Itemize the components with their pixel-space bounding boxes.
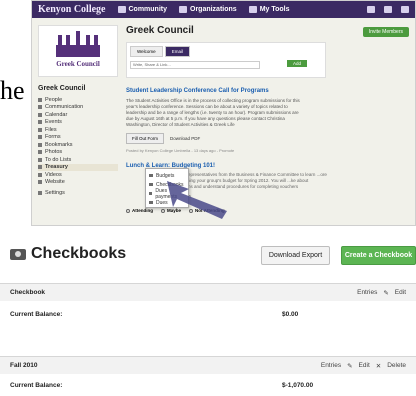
top-navigation: Kenyon College Community Organizations M… <box>32 1 415 18</box>
checkbooks-heading: Checkbooks <box>10 245 126 263</box>
checkbooks-title: Checkbooks <box>31 245 127 262</box>
post-input[interactable]: Write, Share & Link... <box>130 61 260 69</box>
sidebar-item-settings[interactable]: Settings <box>38 189 118 197</box>
logo-caption: Greek Council <box>56 59 100 68</box>
pointer-arrow-icon <box>167 181 227 219</box>
checkbook-actions: Entries ✎ Edit ✕ Delete <box>321 362 406 370</box>
notifications-icon[interactable] <box>367 6 375 13</box>
treasury-icon <box>38 165 42 170</box>
balance-label: Current Balance: <box>10 310 63 318</box>
budgets-icon <box>149 174 153 177</box>
tab-email[interactable]: Email <box>164 46 190 57</box>
cropped-text-fragment: he <box>0 76 25 105</box>
sidebar-item-photos[interactable]: Photos <box>38 149 118 157</box>
todo-icon <box>38 157 42 162</box>
entries-link[interactable]: Entries <box>321 362 341 369</box>
website-icon <box>38 180 42 185</box>
checkbook-card: Fall 2010 Entries ✎ Edit ✕ Delete Curren… <box>0 356 416 396</box>
people-icon <box>38 97 42 102</box>
checkbook-actions: Entries ✎ Edit <box>357 289 406 297</box>
brand-logo[interactable]: Kenyon College <box>38 4 106 15</box>
communication-icon <box>38 105 42 110</box>
app-screenshot: Kenyon College Community Organizations M… <box>31 0 416 226</box>
files-icon <box>38 127 42 132</box>
posted-meta: Posted by Kenyon College Umbrella - 13 d… <box>126 148 235 153</box>
people-icon <box>179 6 187 13</box>
balance-label: Current Balance: <box>10 381 63 389</box>
balance-row: Current Balance: $-1,070.00 <box>0 374 416 396</box>
building-icon <box>56 30 100 57</box>
payments-icon <box>149 192 153 195</box>
events-icon <box>38 120 42 125</box>
announcement-title[interactable]: Student Leadership Conference Call for P… <box>126 88 411 94</box>
sidebar-item-communication[interactable]: Communication <box>38 104 118 112</box>
sidebar-item-todo[interactable]: To do Lists <box>38 156 118 164</box>
dues-icon <box>149 201 153 204</box>
home-icon <box>117 6 126 13</box>
bookmarks-icon <box>38 142 42 147</box>
left-sidebar: Greek Council Greek Council People Commu… <box>38 25 118 197</box>
balance-value: $0.00 <box>282 310 299 318</box>
tab-welcome[interactable]: Welcome <box>130 46 163 57</box>
sidebar-item-people[interactable]: People <box>38 96 118 104</box>
checkbook-card: Checkbook Entries ✎ Edit Current Balance… <box>0 283 416 327</box>
chart-icon <box>248 6 257 13</box>
nav-community[interactable]: Community <box>117 6 167 13</box>
checkbook-icon <box>149 183 153 186</box>
sidebar-item-files[interactable]: Files <box>38 126 118 134</box>
post-add-button[interactable]: Add <box>287 60 308 67</box>
delete-icon[interactable]: ✕ <box>376 362 381 370</box>
videos-icon <box>38 172 42 177</box>
org-name: Greek Council <box>38 85 86 92</box>
announcement-body: The Student Activities Office is in the … <box>126 98 300 127</box>
download-export-button[interactable]: Download Export <box>261 246 330 265</box>
balance-row: Current Balance: $0.00 <box>0 301 416 327</box>
edit-link[interactable]: Edit <box>359 362 370 369</box>
calendar-icon <box>38 112 42 117</box>
balance-value: $-1,070.00 <box>282 381 314 389</box>
sidebar-item-bookmarks[interactable]: Bookmarks <box>38 141 118 149</box>
checkbook-header: Fall 2010 Entries ✎ Edit ✕ Delete <box>0 357 416 374</box>
download-pdf-link[interactable]: Download PDF <box>170 136 200 141</box>
edit-link[interactable]: Edit <box>395 289 406 296</box>
menu-icon[interactable] <box>401 6 409 13</box>
org-logo: Greek Council <box>38 25 118 77</box>
photos-icon <box>38 150 42 155</box>
checkbook-header: Checkbook Entries ✎ Edit <box>0 284 416 301</box>
popup-item-budgets[interactable]: Budgets <box>149 171 185 180</box>
delete-link[interactable]: Delete <box>387 362 406 369</box>
sidebar-item-website[interactable]: Website <box>38 179 118 187</box>
account-icon[interactable] <box>384 6 392 13</box>
sidebar-item-events[interactable]: Events <box>38 119 118 127</box>
post-tabs: Welcome Email <box>130 46 322 57</box>
post-panel: Welcome Email Write, Share & Link... Add <box>126 42 326 78</box>
settings-icon <box>38 190 42 195</box>
topbar-icons <box>367 6 409 13</box>
sidebar-item-treasury[interactable]: Treasury <box>38 163 118 171</box>
announcement-actions: Fill Out Form Download PDF <box>126 133 411 144</box>
checkbook-name: Fall 2010 <box>10 362 38 369</box>
camera-icon <box>10 248 26 260</box>
create-checkbook-button[interactable]: Create a Checkbook <box>341 246 416 265</box>
fill-out-form-button[interactable]: Fill Out Form <box>126 133 165 144</box>
entries-link[interactable]: Entries <box>357 289 377 296</box>
checkbook-name: Checkbook <box>10 289 46 296</box>
sidebar-item-videos[interactable]: Videos <box>38 171 118 179</box>
nav-links: Community Organizations My Tools <box>117 6 290 13</box>
sidebar-item-calendar[interactable]: Calendar <box>38 111 118 119</box>
forms-icon <box>38 135 42 140</box>
rsvp-attending[interactable]: Attending <box>126 208 153 213</box>
edit-icon[interactable]: ✎ <box>347 362 352 370</box>
nav-my-tools[interactable]: My Tools <box>248 6 290 13</box>
sidebar-item-forms[interactable]: Forms <box>38 134 118 142</box>
invite-members-button[interactable]: Invite Members <box>362 27 409 37</box>
edit-icon[interactable]: ✎ <box>383 289 388 297</box>
nav-organizations[interactable]: Organizations <box>179 6 237 13</box>
